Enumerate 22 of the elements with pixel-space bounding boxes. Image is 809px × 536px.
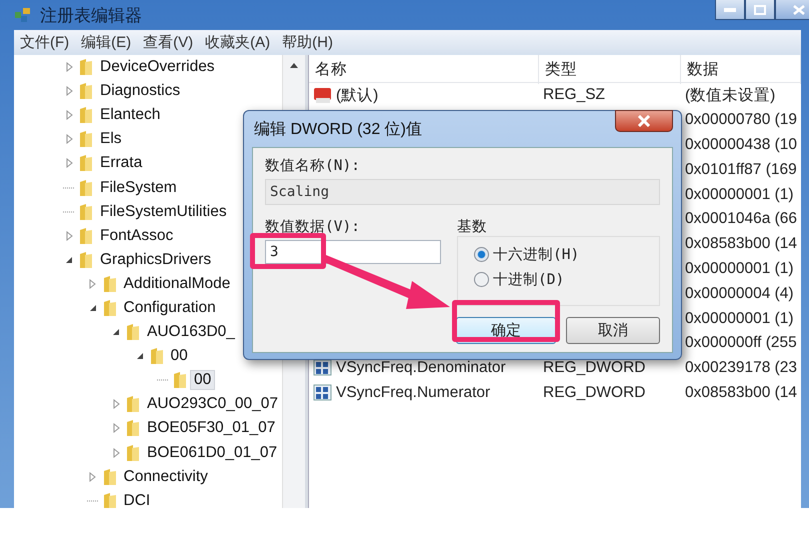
dialog-title: 编辑 DWORD (32 位)值: [254, 120, 422, 140]
value-data: 0x08583b00 (14: [684, 384, 798, 402]
value-data: 0x0101ff87 (169: [684, 160, 798, 179]
value-data: (数值未设置): [684, 86, 776, 106]
value-data: 0x08583b00 (14: [684, 235, 798, 254]
name-field: Scaling: [265, 179, 660, 205]
value-data: 0x00000001 (1): [684, 186, 795, 204]
value-data: 0x0001046a (66: [684, 210, 798, 228]
value-data: 0x00000001 (1): [684, 260, 795, 278]
value-data: 0x00000004 (4): [684, 284, 795, 303]
value-type: REG_DWORD: [542, 359, 646, 378]
value-type: REG_DWORD: [542, 384, 646, 402]
value-data: 0x00239178 (23: [684, 359, 798, 378]
window-title: 注册表编辑器: [40, 4, 142, 26]
value-data: 0x000000ff (255: [684, 334, 798, 352]
value-data: 0x00000001 (1): [684, 310, 795, 328]
group-label: 基数: [457, 218, 488, 236]
value-data: 0x00000438 (10: [684, 136, 798, 154]
field-label: 数值数据(V):: [265, 218, 361, 236]
value-data: 0x00000780 (19: [684, 111, 798, 130]
value-type: REG_SZ: [542, 86, 606, 104]
field-label: 数值名称(N):: [265, 157, 361, 175]
